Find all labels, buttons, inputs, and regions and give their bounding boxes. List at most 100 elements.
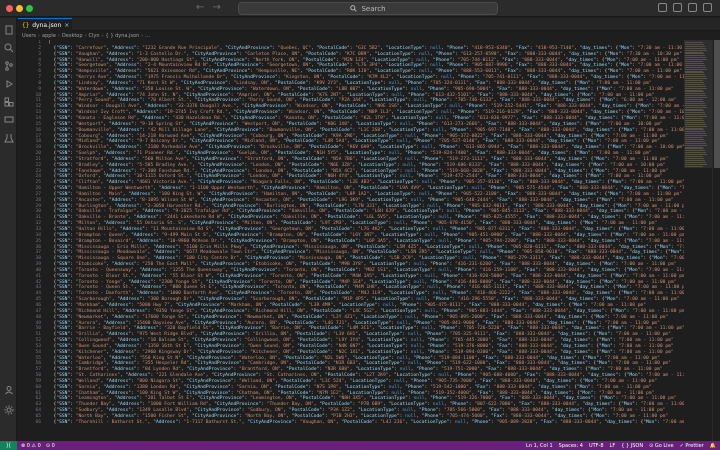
minimap-line — [685, 55, 705, 57]
minimap-line — [685, 81, 704, 83]
scrollbar-thumb[interactable] — [714, 40, 720, 168]
remote-indicator-icon[interactable]: ⟩⟨ — [0, 441, 17, 450]
minimap-line — [685, 119, 704, 121]
code-line[interactable]: {"SSN": "Thornhill - Bathurst St.", "Add… — [48, 420, 684, 426]
minimap-line — [685, 49, 707, 51]
minimap-line — [685, 102, 705, 104]
minimap-line — [685, 133, 706, 135]
settings-gear-icon[interactable] — [3, 404, 14, 415]
close-window-button[interactable] — [6, 5, 13, 12]
problems-status[interactable]: ⊗ 0 ⚠ 0 — [21, 443, 41, 449]
language-mode[interactable]: { } JSON — [621, 443, 643, 449]
breadcrumb-item[interactable]: Clyn — [89, 33, 100, 39]
line-ending[interactable]: LF — [610, 443, 616, 449]
minimap-line — [685, 116, 707, 118]
encoding[interactable]: UTF-8 — [589, 443, 604, 449]
minimap-line — [685, 154, 707, 156]
breadcrumb: Users › apple › Desktop › Clyn › { } dyna.js… — [18, 31, 720, 40]
minimap-line — [685, 159, 705, 161]
source-control-icon[interactable] — [3, 60, 14, 71]
line-number-gutter: 1 2 3 4 5 6 7 8 9 10 11 12 13 14 15 16 17 18 19 20 21 22 23 24 2… — [18, 40, 44, 441]
toggle-sidebar-icon[interactable] — [658, 3, 667, 12]
command-center-search[interactable]: Search — [238, 2, 498, 15]
minimap-line — [685, 53, 704, 55]
line-number: 66 — [35, 419, 41, 425]
breadcrumb-item[interactable]: apple — [42, 33, 56, 39]
minimap-line — [685, 146, 703, 148]
explorer-icon[interactable] — [3, 24, 14, 35]
breadcrumb-item[interactable]: Users — [22, 33, 36, 39]
minimap-line — [685, 137, 703, 138]
minimap-line — [685, 157, 704, 159]
minimap-line — [685, 161, 706, 163]
minimap-line — [685, 47, 706, 49]
minimap-line — [685, 85, 706, 87]
minimap-line — [685, 59, 707, 61]
tab-label: dyna.json — [32, 21, 62, 29]
account-icon[interactable] — [3, 384, 14, 395]
minimap-line — [685, 150, 705, 152]
minimap-line — [685, 118, 703, 119]
notifications-icon[interactable]: 🔔 — [710, 443, 716, 449]
code-editor[interactable]: 1 2 3 4 5 6 7 8 9 10 11 12 13 14 15 16 17 18 19 20 21 22 23 24 2… — [18, 40, 684, 441]
toggle-panel-icon[interactable] — [673, 3, 682, 12]
status-bar: ⟩⟨ ⊗ 0 ⚠ 0 ⊙ 0 Ln 1, Col 1 Spaces: 4 UTF… — [0, 441, 720, 450]
search-view-icon[interactable] — [3, 42, 14, 53]
minimize-window-button[interactable] — [16, 5, 23, 12]
json-file-icon: {} — [22, 21, 30, 29]
toggle-secondary-sidebar-icon[interactable] — [688, 3, 697, 12]
minimap-line — [685, 51, 703, 53]
minimap-line — [685, 165, 703, 167]
minimap-line — [685, 114, 706, 116]
customize-layout-icon[interactable] — [703, 3, 712, 12]
ports-status[interactable]: ⊙ 0 — [46, 443, 55, 449]
breadcrumb-item[interactable]: ... — [145, 33, 150, 39]
go-live-button[interactable]: ⊙ Go Live — [649, 443, 674, 449]
minimap-line — [685, 142, 706, 144]
minimap-line — [685, 74, 705, 76]
minimap-line — [685, 108, 703, 110]
minimap-line — [685, 95, 706, 97]
remote-explorer-icon[interactable] — [3, 114, 14, 125]
cursor-position[interactable]: Ln 1, Col 1 — [526, 443, 553, 449]
minimap-line — [685, 135, 707, 137]
back-arrow-icon[interactable]: ← — [196, 2, 212, 13]
minimap-line — [685, 76, 706, 78]
minimap-line — [685, 68, 707, 70]
search-label: Search — [361, 4, 386, 13]
close-tab-icon[interactable]: × — [64, 22, 69, 29]
prettier-status[interactable]: ✓ Prettier — [680, 443, 704, 449]
minimap-line — [685, 93, 705, 95]
minimap-line — [685, 148, 704, 150]
minimap-line — [685, 78, 707, 80]
code-content[interactable]: [ {"SSN": "Carrefour", "Address": "1232 … — [48, 40, 684, 441]
maximize-window-button[interactable] — [26, 5, 33, 12]
minimap-line — [685, 140, 705, 142]
title-bar: ←→ Search — [0, 0, 720, 17]
extensions-icon[interactable] — [3, 96, 14, 107]
nav-arrows: ←→ — [196, 2, 229, 13]
indentation[interactable]: Spaces: 4 — [559, 443, 583, 449]
minimap-line — [685, 83, 705, 85]
tab-dyna-json[interactable]: {} dyna.json × — [18, 18, 72, 31]
minimap[interactable] — [684, 40, 712, 441]
minimap-line — [685, 106, 707, 108]
minimap-line — [685, 110, 704, 112]
forward-arrow-icon[interactable]: → — [212, 2, 228, 13]
minimap-line — [685, 80, 703, 81]
minimap-line — [685, 152, 706, 154]
minimap-line — [685, 125, 707, 127]
minimap-line — [685, 163, 707, 165]
minimap-line — [685, 42, 703, 43]
vertical-scrollbar[interactable] — [712, 40, 720, 441]
minimap-line — [685, 131, 705, 133]
minimap-line — [685, 121, 705, 123]
minimap-line — [685, 100, 704, 102]
minimap-line — [685, 99, 703, 100]
run-debug-icon[interactable] — [3, 78, 14, 89]
minimap-line — [685, 144, 707, 146]
testing-icon[interactable] — [3, 132, 14, 143]
breadcrumb-item[interactable]: Desktop — [62, 33, 83, 39]
breadcrumb-item[interactable]: { } dyna.json — [106, 33, 140, 39]
minimap-line — [685, 66, 706, 68]
